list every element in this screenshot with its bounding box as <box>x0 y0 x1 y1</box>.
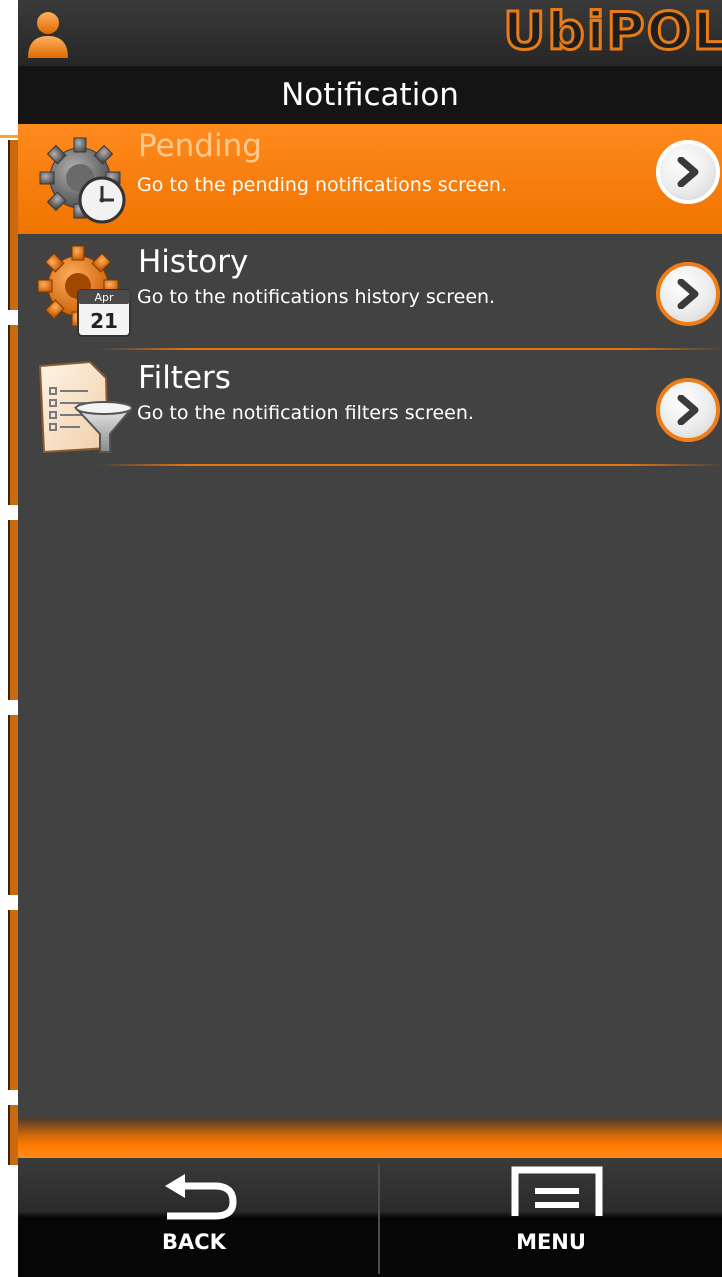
accent-line <box>0 135 18 138</box>
background-strip <box>0 0 20 1277</box>
top-bar: UbiPOL <box>18 0 722 66</box>
notification-screen: UbiPOL Notification Pending Go to the pe… <box>18 0 722 1277</box>
chevron-right-icon <box>677 157 699 187</box>
calendar-month: Apr <box>94 291 114 304</box>
title-bar: Notification <box>18 66 722 124</box>
back-button[interactable]: BACK <box>18 1158 370 1277</box>
bottom-navigation-bar: BACK MENU <box>18 1158 722 1277</box>
calendar-day: 21 <box>90 309 118 333</box>
go-arrow-button[interactable] <box>656 140 720 204</box>
list-item-description: Go to the notifications history screen. <box>137 286 496 308</box>
list-item-label: History <box>138 244 249 280</box>
list-item-label: Filters <box>138 360 231 396</box>
document-funnel-icon <box>38 360 132 454</box>
list-item-description: Go to the pending notifications screen. <box>137 174 507 196</box>
go-arrow-button[interactable] <box>656 262 720 326</box>
row-divider <box>96 464 722 466</box>
user-profile-icon[interactable] <box>24 8 72 60</box>
notification-menu-list: Pending Go to the pending notifications … <box>18 124 722 466</box>
menu-icon <box>511 1166 603 1216</box>
menu-button[interactable]: MENU <box>380 1158 722 1277</box>
chevron-right-icon <box>677 395 699 425</box>
go-arrow-button[interactable] <box>656 378 720 442</box>
list-item-label: Pending <box>138 128 262 164</box>
gear-clock-icon <box>39 137 126 224</box>
back-label: BACK <box>162 1230 226 1254</box>
back-arrow-icon <box>165 1174 237 1220</box>
menu-label: MENU <box>516 1230 586 1254</box>
page-title: Notification <box>281 77 459 113</box>
brand-logo: UbiPOL <box>502 2 722 62</box>
list-item-pending[interactable]: Pending Go to the pending notifications … <box>18 124 722 234</box>
list-item-filters[interactable]: Filters Go to the notification filters s… <box>18 350 722 466</box>
list-item-history[interactable]: Apr 21 History Go to the notifications h… <box>18 234 722 350</box>
list-item-description: Go to the notification filters screen. <box>137 402 474 424</box>
gear-calendar-icon: Apr 21 <box>37 245 131 337</box>
bottom-glow-bar <box>18 1118 722 1158</box>
chevron-right-icon <box>677 279 699 309</box>
